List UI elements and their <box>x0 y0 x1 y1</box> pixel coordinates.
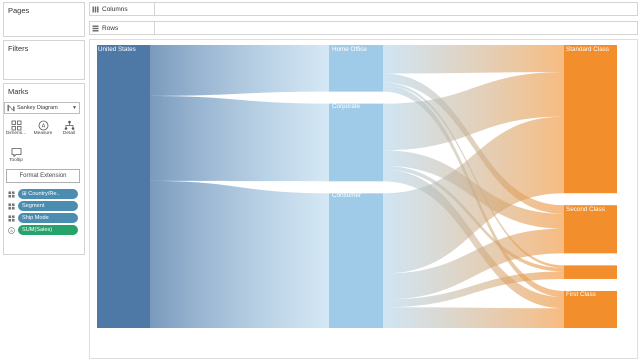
columns-shelf[interactable]: Columns <box>89 2 638 16</box>
pill-row-country: ⊞ Country/Re.. <box>8 189 78 199</box>
detail-icon <box>8 190 15 198</box>
dimensions-icon <box>11 120 21 131</box>
format-extension-button[interactable]: Format Extension <box>6 169 80 183</box>
columns-icon <box>92 6 99 13</box>
node-label-consumer: Consumer <box>332 192 362 199</box>
chevron-down-icon: ▼ <box>72 105 77 111</box>
link-united-states-to-home-office[interactable] <box>150 45 329 96</box>
country-pill[interactable]: ⊞ Country/Re.. <box>18 189 78 199</box>
node-label-second-class: Second Class <box>566 206 605 213</box>
link-united-states-to-consumer[interactable] <box>150 180 329 328</box>
node-label-standard-class: Standard Class <box>566 46 610 53</box>
detail-icon <box>8 214 15 222</box>
columns-label: Columns <box>102 6 128 13</box>
detail-button[interactable]: Detail <box>58 118 80 140</box>
measure-button[interactable]: A Measure <box>32 118 54 140</box>
dimensions-label: Dimens... <box>5 131 27 136</box>
pill-row-segment: Segment <box>8 201 78 211</box>
filters-card[interactable]: Filters <box>3 40 85 80</box>
sankey-view[interactable]: United States Home Office Corporate Cons… <box>89 39 638 359</box>
pill-row-sales: A SUM(Sales) <box>8 225 78 235</box>
node-label-corporate: Corporate <box>332 103 361 110</box>
sankey-chart <box>97 45 617 328</box>
dimensions-button[interactable]: Dimens... <box>5 118 27 140</box>
detail-label: Detail <box>62 131 76 136</box>
columns-drop-area[interactable] <box>154 3 637 15</box>
detail-icon <box>64 120 74 130</box>
tooltip-button[interactable]: Tooltip <box>5 145 27 167</box>
svg-text:A: A <box>10 227 13 232</box>
node-label-first-class: First Class <box>566 291 596 298</box>
node-corporate[interactable] <box>329 103 383 182</box>
node-label-home-office: Home Office <box>332 46 367 53</box>
detail-icon <box>8 202 15 210</box>
node-label-united-states: United States <box>98 46 136 53</box>
rows-shelf[interactable]: Rows <box>89 21 638 35</box>
rows-drop-area[interactable] <box>154 22 637 34</box>
rows-label: Rows <box>102 25 119 32</box>
link-home-office-to-standard-class[interactable] <box>383 45 564 74</box>
node-consumer[interactable] <box>329 193 383 328</box>
sankey-icon <box>7 104 15 112</box>
sum-sales-pill[interactable]: SUM(Sales) <box>18 225 78 235</box>
mark-type-dropdown[interactable]: Sankey Diagram ▼ <box>4 102 80 114</box>
link-consumer-to-first-class[interactable] <box>383 307 564 328</box>
pages-title: Pages <box>8 6 30 15</box>
node-united-states[interactable] <box>97 45 150 328</box>
pages-card[interactable]: Pages <box>3 2 85 37</box>
svg-text:A: A <box>41 124 45 130</box>
tooltip-icon <box>11 148 21 158</box>
mark-type-label: Sankey Diagram <box>17 105 58 111</box>
filters-title: Filters <box>8 44 29 53</box>
node-standard-class[interactable] <box>564 45 617 194</box>
segment-pill[interactable]: Segment <box>18 201 78 211</box>
link-united-states-to-corporate[interactable] <box>150 95 329 182</box>
marks-title: Marks <box>8 87 29 96</box>
columns-shelf-label: Columns <box>92 6 128 13</box>
tooltip-label: Tooltip <box>9 158 23 163</box>
rows-shelf-label: Rows <box>92 25 118 32</box>
ship-mode-pill[interactable]: Ship Mode <box>18 213 78 223</box>
rows-icon <box>92 25 99 32</box>
measure-label: Measure <box>33 131 53 136</box>
measure-icon: A <box>8 226 15 234</box>
node-same-day[interactable] <box>564 265 617 279</box>
country-pill-label: Country/Re.. <box>28 191 60 197</box>
pill-row-shipmode: Ship Mode <box>8 213 78 223</box>
measure-icon: A <box>38 120 48 131</box>
